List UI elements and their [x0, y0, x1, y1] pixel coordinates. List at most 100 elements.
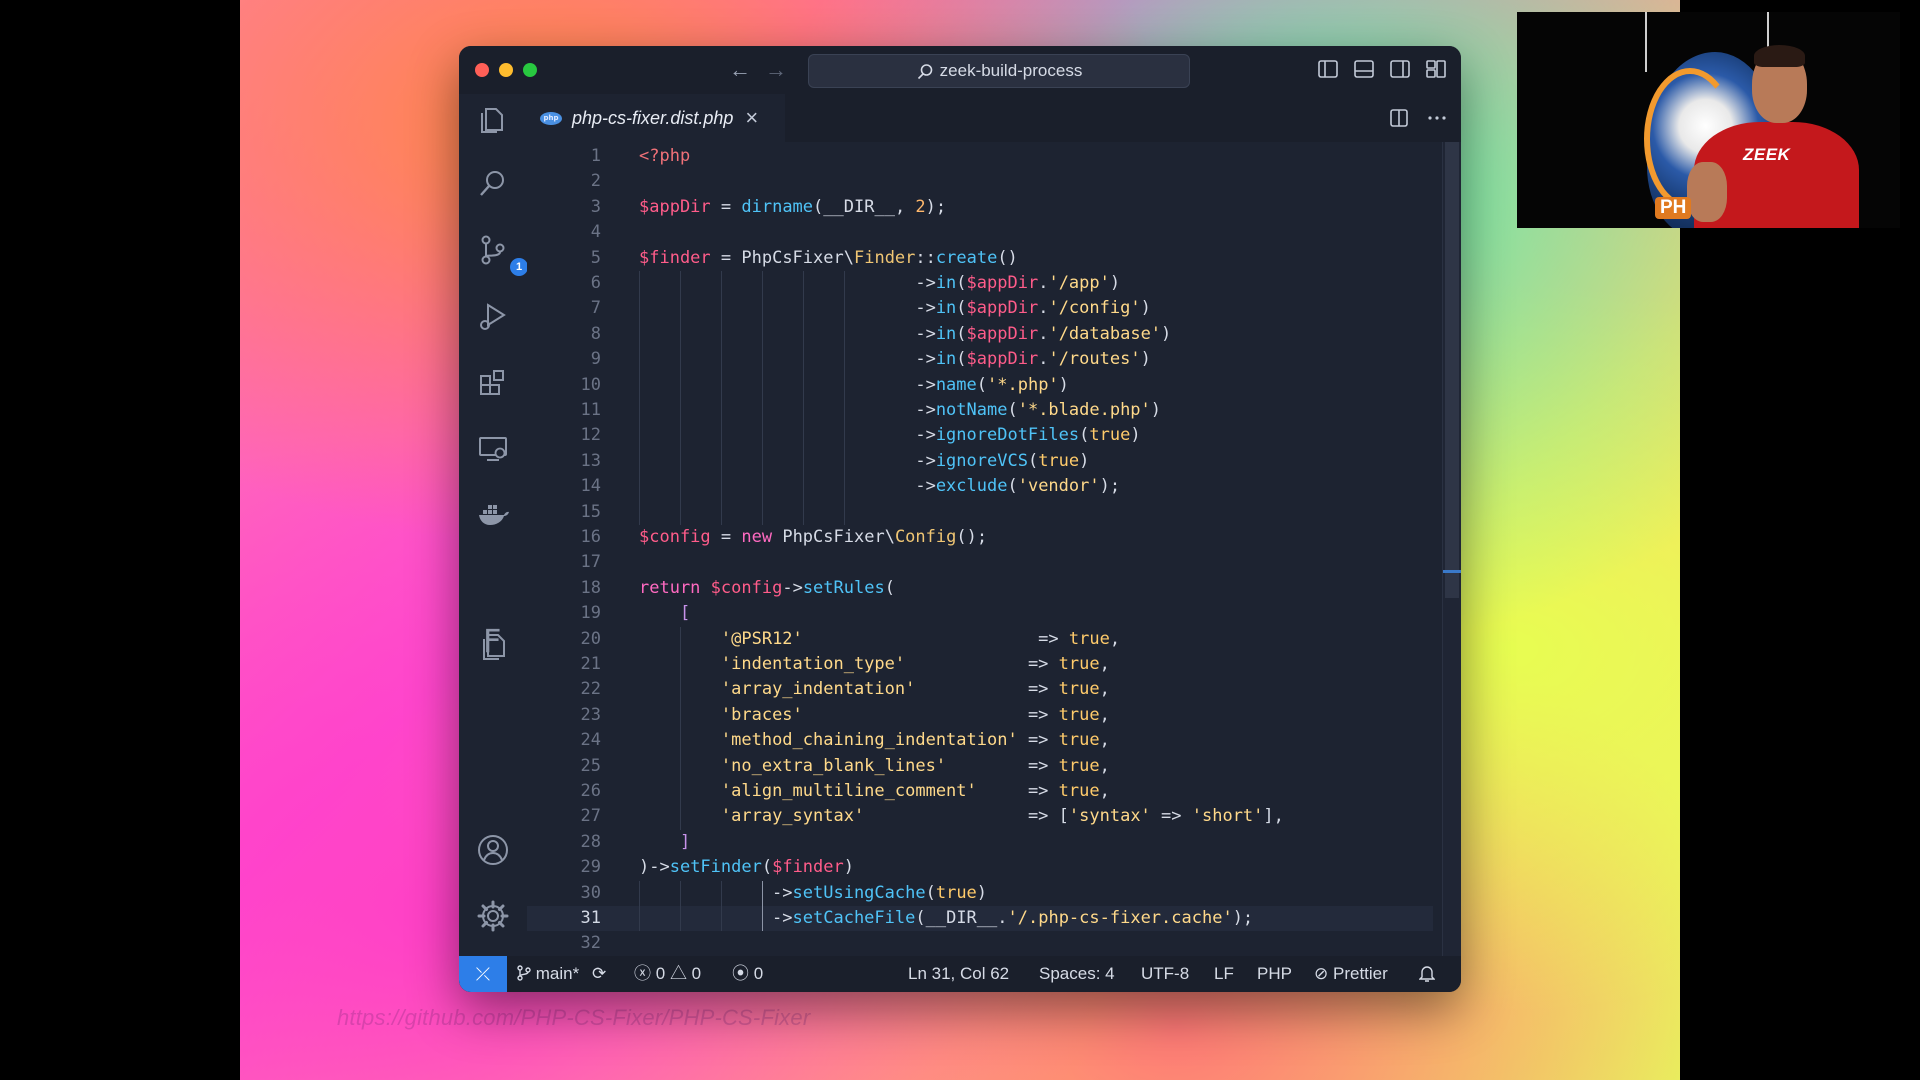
command-center-search[interactable]: zeek-build-process: [808, 54, 1190, 88]
source-control-item[interactable]: 1: [475, 232, 528, 276]
split-editor-icon[interactable]: [1387, 106, 1411, 130]
line-number: 32: [580, 933, 601, 954]
docker-icon[interactable]: [475, 496, 511, 532]
code-line[interactable]: 28 ]: [527, 830, 1433, 855]
line-number: 5: [590, 247, 601, 268]
source-control-icon: [481, 235, 505, 265]
accounts-icon[interactable]: [475, 832, 511, 868]
more-actions-icon[interactable]: [1425, 106, 1449, 130]
minimize-window-button[interactable]: [499, 63, 513, 77]
indent-guide: [762, 880, 763, 932]
code-text: ->setCacheFile(__DIR__.'/.php-cs-fixer.c…: [639, 908, 1254, 928]
code-line[interactable]: 25 'no_extra_blank_lines' => true,: [527, 754, 1433, 779]
line-number: 11: [580, 400, 601, 420]
code-text: 'no_extra_blank_lines' => true,: [720, 755, 1110, 776]
code-line[interactable]: 14 ->exclude('vendor');: [527, 474, 1433, 499]
code-line[interactable]: 29)->setFinder($finder): [527, 855, 1433, 880]
code-line[interactable]: 31 ->setCacheFile(__DIR__.'/.php-cs-fixe…: [527, 906, 1433, 931]
branch-name: main*: [535, 964, 580, 983]
line-number: 20: [580, 628, 601, 649]
line-number: 26: [580, 781, 601, 801]
code-text: [: [679, 603, 691, 624]
code-line[interactable]: 6 ->in($appDir.'/app'): [527, 271, 1433, 296]
copy-files-icon[interactable]: [475, 628, 511, 664]
php-logo-text: PH: [1655, 197, 1692, 219]
code-line[interactable]: 22 'array_indentation' => true,: [527, 677, 1433, 702]
indent-guide: [803, 271, 804, 525]
problems-status[interactable]: ⓧ 0 △ 0: [634, 956, 701, 992]
ports-antenna-icon: ⦿: [732, 964, 749, 983]
prettier-status[interactable]: ⊘ Prettier: [1314, 956, 1388, 992]
remote-indicator-icon[interactable]: ⤫: [459, 956, 507, 992]
toggle-secondary-sidebar-icon[interactable]: [1389, 58, 1411, 80]
line-number: 22: [580, 679, 601, 700]
code-text: 'array_indentation' => true,: [720, 679, 1110, 700]
code-line[interactable]: 12 ->ignoreDotFiles(true): [527, 423, 1433, 448]
code-text: ->notName('*.blade.php'): [639, 400, 1162, 420]
notifications-bell-icon[interactable]: [1418, 956, 1436, 992]
toggle-primary-sidebar-icon[interactable]: [1317, 58, 1339, 80]
code-line[interactable]: 1 <?php: [527, 144, 1433, 169]
close-window-button[interactable]: [475, 63, 489, 77]
close-icon[interactable]: ×: [745, 107, 758, 129]
code-line[interactable]: 11 ->notName('*.blade.php'): [527, 398, 1433, 423]
forward-arrow-icon[interactable]: →: [765, 56, 787, 84]
code-line[interactable]: 10 ->name('*.php'): [527, 373, 1433, 398]
ports-count: 0: [753, 964, 764, 983]
line-number: 31: [580, 908, 601, 928]
code-line[interactable]: 16 $config = new PhpCsFixer\Config();: [527, 525, 1433, 550]
line-number: 15: [580, 501, 601, 522]
code-line[interactable]: 30 ->setUsingCache(true): [527, 881, 1433, 906]
code-line[interactable]: 27 'array_syntax' => ['syntax' => 'short…: [527, 804, 1433, 829]
run-and-debug-icon[interactable]: [475, 298, 511, 334]
editor-tab[interactable]: php php-cs-fixer.dist.php ×: [527, 94, 785, 142]
remote-explorer-icon[interactable]: [475, 430, 511, 466]
eol-status[interactable]: LF: [1214, 956, 1234, 992]
extensions-icon[interactable]: [475, 364, 511, 400]
line-number: 27: [580, 806, 601, 827]
search-icon[interactable]: [475, 166, 511, 202]
title-bar: ← → zeek-build-process: [459, 46, 1461, 94]
code-line[interactable]: 32: [527, 931, 1433, 956]
sync-icon[interactable]: ⟳: [592, 956, 606, 992]
ports-status[interactable]: ⦿ 0: [732, 956, 763, 992]
line-number: 7: [590, 298, 601, 319]
manage-gear-icon[interactable]: [475, 898, 511, 934]
toggle-panel-icon[interactable]: [1353, 58, 1375, 80]
status-bar: ⤫ main* ⟳ ⓧ 0 △ 0 ⦿ 0 Ln 31, Col 62 Spac…: [459, 956, 1461, 992]
code-line[interactable]: 3 $appDir = dirname(__DIR__, 2);: [527, 195, 1433, 220]
code-line[interactable]: 8 ->in($appDir.'/database'): [527, 322, 1433, 347]
code-line[interactable]: 2: [527, 169, 1433, 194]
code-line[interactable]: 15: [527, 500, 1433, 525]
indentation-status[interactable]: Spaces: 4: [1039, 956, 1115, 992]
encoding-status[interactable]: UTF-8: [1141, 956, 1189, 992]
code-line[interactable]: 7 ->in($appDir.'/config'): [527, 296, 1433, 321]
code-line[interactable]: 9 ->in($appDir.'/routes'): [527, 347, 1433, 372]
code-line[interactable]: 20 '@PSR12' => true,: [527, 627, 1433, 652]
code-text: $appDir = dirname(__DIR__, 2);: [639, 196, 947, 217]
language-mode[interactable]: PHP: [1257, 956, 1292, 992]
code-line[interactable]: 26 'align_multiline_comment' => true,: [527, 779, 1433, 804]
code-line[interactable]: 17: [527, 550, 1433, 575]
code-line[interactable]: 23 'braces' => true,: [527, 703, 1433, 728]
explorer-files-icon[interactable]: [475, 100, 511, 136]
vertical-scrollbar[interactable]: [1442, 142, 1461, 956]
code-editor[interactable]: 1 <?php 2 3 $appDir = dirname(__DIR__, 2); 4 5…: [527, 142, 1461, 956]
code-line[interactable]: 4: [527, 220, 1433, 245]
maximize-window-button[interactable]: [523, 63, 537, 77]
branch-status[interactable]: main*: [517, 956, 579, 992]
presenter-hair: [1754, 45, 1805, 67]
line-number: 30: [580, 882, 601, 903]
code-line[interactable]: 24 'method_chaining_indentation' => true…: [527, 728, 1433, 753]
customize-layout-icon[interactable]: [1425, 58, 1447, 80]
scrollbar-thumb[interactable]: [1445, 142, 1459, 598]
code-line[interactable]: 5 $finder = PhpCsFixer\Finder::create(): [527, 246, 1433, 271]
code-text: 'align_multiline_comment' => true,: [720, 781, 1110, 801]
cursor-position[interactable]: Ln 31, Col 62: [908, 956, 1009, 992]
code-line[interactable]: 21 'indentation_type' => true,: [527, 652, 1433, 677]
code-line[interactable]: 13 ->ignoreVCS(true): [527, 449, 1433, 474]
code-line[interactable]: 19 [: [527, 601, 1433, 626]
indent-guide: [639, 880, 640, 932]
back-arrow-icon[interactable]: ←: [729, 56, 751, 84]
code-line[interactable]: 18 return $config->setRules(: [527, 576, 1433, 601]
